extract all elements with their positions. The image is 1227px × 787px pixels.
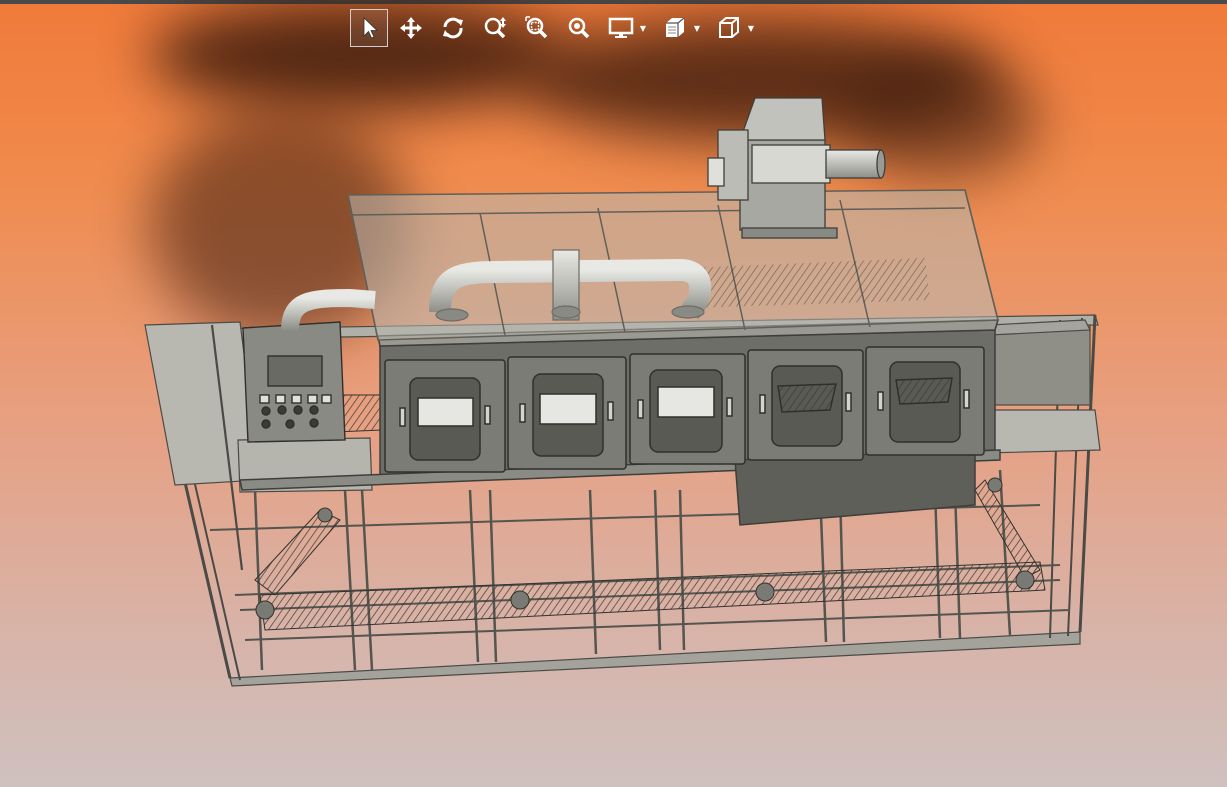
view-toolbar: ▼ ▼ ▼ xyxy=(350,8,760,48)
door-4 xyxy=(747,349,864,461)
monitor-icon xyxy=(608,17,634,38)
cabinet-doors xyxy=(384,346,985,473)
display-mode-button[interactable] xyxy=(602,9,640,47)
zoom-window-icon xyxy=(525,16,548,39)
view-orientation-button[interactable] xyxy=(710,9,748,47)
zoom-fit-icon xyxy=(568,17,590,39)
select-button[interactable] xyxy=(350,9,388,47)
rotate-button[interactable] xyxy=(434,9,472,47)
cad-viewport[interactable] xyxy=(0,50,1227,787)
pan-button[interactable] xyxy=(392,9,430,47)
door-1 xyxy=(384,359,506,473)
control-panel xyxy=(242,321,346,443)
chevron-down-icon: ▼ xyxy=(693,23,701,33)
cube-view-icon xyxy=(719,17,739,38)
zoom-button[interactable] xyxy=(476,9,514,47)
chevron-down-icon: ▼ xyxy=(639,23,647,33)
door-5 xyxy=(865,346,985,456)
section-view-button[interactable] xyxy=(656,9,694,47)
zoom-updown-icon xyxy=(484,17,506,39)
door-3 xyxy=(629,353,746,465)
zoom-window-button[interactable] xyxy=(518,9,556,47)
door-2 xyxy=(507,356,627,470)
chevron-down-icon: ▼ xyxy=(747,23,755,33)
cad-model[interactable] xyxy=(0,50,1227,787)
rotate-icon xyxy=(443,17,463,39)
move-arrows-icon xyxy=(400,17,422,39)
cursor-arrow-icon xyxy=(363,17,378,39)
section-view-icon xyxy=(666,17,685,37)
right-outfeed-table xyxy=(984,319,1101,454)
zoom-fit-button[interactable] xyxy=(560,9,598,47)
